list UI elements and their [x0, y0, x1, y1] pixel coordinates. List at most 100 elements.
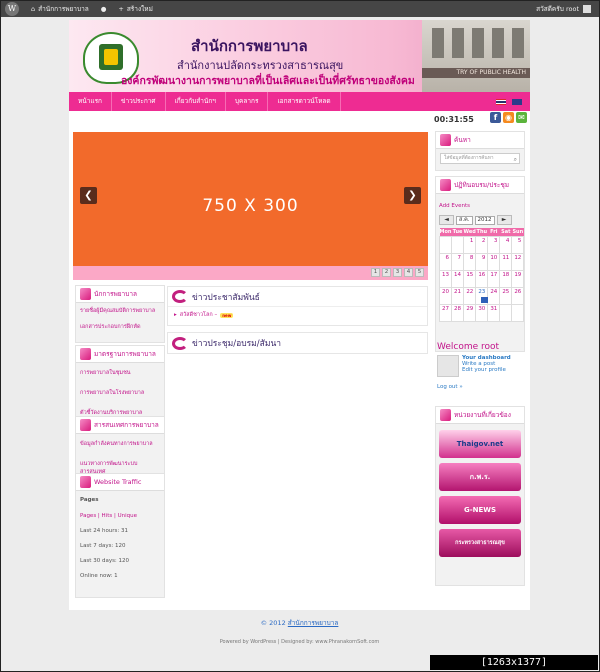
calendar-day[interactable]: 1 — [462, 235, 477, 254]
nurse-icon — [80, 476, 91, 488]
calendar-day[interactable]: 13 — [439, 269, 452, 288]
swirl-icon — [172, 290, 188, 303]
calendar-day[interactable]: 23 — [475, 286, 489, 305]
gnews-banner[interactable]: G-NEWS — [439, 496, 521, 524]
slider-page-button[interactable]: 2 — [382, 268, 391, 277]
calendar-day[interactable]: 25 — [499, 286, 513, 305]
admin-new-link[interactable]: + สร้างใหม่ — [118, 4, 152, 14]
calendar-day[interactable]: 7 — [451, 252, 464, 271]
new-badge: new — [220, 312, 234, 318]
year-select[interactable]: 2012 — [474, 215, 495, 225]
admin-bar: W ⌂ สำนักการพยาบาล ● + สร้างใหม่ สวัสดีค… — [1, 1, 599, 17]
traffic-tabs[interactable]: Pages | Hits | Unique — [76, 510, 164, 522]
mail-icon[interactable]: ✉ — [516, 112, 527, 123]
calendar-day[interactable]: 28 — [451, 303, 464, 322]
section-title: ข่าวประชุม/อบรม/สัมนา — [192, 339, 282, 349]
list-item[interactable]: ข้อมูลกำลังคนทางการพยาบาล — [76, 436, 164, 452]
calendar-day[interactable]: 8 — [462, 252, 477, 271]
moph-banner[interactable]: กระทรวงสาธารณสุข — [439, 529, 521, 557]
edit-profile-link[interactable]: Edit your profile — [462, 367, 511, 373]
calendar-day[interactable]: 5 — [511, 235, 525, 254]
nurse-icon — [80, 348, 91, 360]
nav-item-staff[interactable]: บุคลากร — [226, 92, 269, 111]
calendar-day[interactable]: 16 — [475, 269, 489, 288]
slider-prev-button[interactable]: ❮ — [80, 187, 97, 204]
calendar-day[interactable]: 19 — [511, 269, 525, 288]
logout-link[interactable]: Log out » — [437, 384, 529, 390]
list-item[interactable]: รายชื่อผู้มีคุณสมบัติการพยาบาล — [76, 303, 164, 319]
traffic-stat: Last 30 days: 120 — [80, 558, 130, 564]
wordpress-logo-icon[interactable]: W — [5, 2, 19, 16]
image-watermark: [1263x1377] https://upic.me/ — [430, 655, 598, 670]
slider-page-button[interactable]: 4 — [404, 268, 413, 277]
calendar-day-header: Fri — [487, 228, 500, 236]
link-icon — [440, 409, 451, 421]
page-container: สำนักการพยาบาล สำนักงานปลัดกระทรวงสาธารณ… — [69, 20, 530, 610]
admin-site-link[interactable]: ⌂ สำนักการพยาบาล — [31, 4, 89, 14]
add-events-link[interactable]: Add Events — [439, 203, 521, 209]
nav-item-about[interactable]: เกี่ยวกับสำนักฯ — [166, 92, 226, 111]
calendar-day[interactable]: 12 — [511, 252, 525, 271]
facebook-icon[interactable]: f — [490, 112, 501, 123]
calendar-day[interactable]: 21 — [451, 286, 464, 305]
building-photo: TRY OF PUBLIC HEALTH — [422, 20, 530, 92]
slider-pager: 1 2 3 4 5 — [371, 268, 424, 277]
calendar-day[interactable]: 17 — [487, 269, 501, 288]
calendar-day[interactable]: 6 — [439, 252, 452, 271]
calendar-day[interactable]: 20 — [439, 286, 452, 305]
widget-traffic: Website Traffic Pages Pages | Hits | Uni… — [75, 473, 165, 598]
slider-next-button[interactable]: ❯ — [404, 187, 421, 204]
calendar-day[interactable]: 15 — [462, 269, 477, 288]
calendar-day[interactable]: 29 — [462, 303, 477, 322]
calendar-day[interactable]: 27 — [439, 303, 452, 322]
calendar-day-header: Wed — [463, 228, 476, 236]
list-item[interactable]: เอกสารประกอบการฝึกหัด — [76, 319, 164, 335]
calendar-day[interactable]: 26 — [511, 286, 525, 305]
calendar-day[interactable]: 9 — [475, 252, 489, 271]
slider-caption: 750 X 300 — [202, 196, 299, 216]
calendar-day[interactable]: 22 — [462, 286, 477, 305]
calendar-day[interactable]: 10 — [487, 252, 501, 271]
events-calendar-widget: ปฏิทินอบรม/ประชุม Add Events ◄ ส.ค. 2012… — [435, 176, 525, 352]
meeting-section: ข่าวประชุม/อบรม/สัมนา — [167, 332, 428, 354]
english-flag-icon[interactable] — [512, 98, 522, 105]
site-banner[interactable]: สำนักการพยาบาล สำนักงานปลัดกระทรวงสาธารณ… — [69, 20, 530, 92]
calendar-day[interactable]: 2 — [475, 235, 489, 254]
slider-page-button[interactable]: 3 — [393, 268, 402, 277]
ocsc-banner[interactable]: ก.พ.ร. — [439, 463, 521, 491]
list-item[interactable]: การพยาบาลในโรงพยาบาล — [76, 385, 164, 401]
list-item[interactable]: การพยาบาลในชุมชน — [76, 365, 164, 381]
nav-item-news[interactable]: ข่าวประกาศ — [112, 92, 166, 111]
nav-item-home[interactable]: หน้าแรก — [69, 92, 112, 111]
prev-month-button[interactable]: ◄ — [439, 215, 454, 225]
calendar-day-header: Sun — [511, 228, 524, 236]
news-item[interactable]: ▸ สวัสดีชาวโลก – new — [168, 307, 427, 323]
slider-page-button[interactable]: 1 — [371, 268, 380, 277]
thaigov-banner[interactable]: Thaigov.net — [439, 430, 521, 458]
calendar-day[interactable]: 3 — [487, 235, 501, 254]
magnifier-icon[interactable]: ⌕ — [514, 155, 517, 164]
month-select[interactable]: ส.ค. — [456, 215, 473, 225]
calendar-day-header: Sat — [499, 228, 512, 236]
calendar-day[interactable]: 4 — [499, 235, 513, 254]
related-links-widget: หน่วยงานที่เกี่ยวข้อง Thaigov.net ก.พ.ร.… — [435, 406, 525, 586]
rss-icon[interactable]: ◉ — [503, 112, 514, 123]
calendar-day[interactable]: 14 — [451, 269, 464, 288]
admin-account[interactable]: สวัสดีครับ root — [536, 4, 591, 14]
calendar-day[interactable]: 24 — [487, 286, 501, 305]
nav-item-downloads[interactable]: เอกสารดาวน์โหลด — [268, 92, 341, 111]
next-month-button[interactable]: ► — [496, 215, 512, 225]
calendar-day-header: Thu — [475, 228, 488, 236]
traffic-stat: Last 24 hours: 31 — [80, 528, 129, 534]
footer-site-link[interactable]: สำนักการพยาบาล — [288, 619, 339, 627]
calendar-day[interactable]: 18 — [499, 269, 513, 288]
calendar-day[interactable]: 31 — [487, 303, 501, 322]
admin-comments-link[interactable]: ● — [101, 5, 107, 13]
search-widget: ค้นหา ใส่ข้อมูลที่ต้องการค้นหา ⌕ — [435, 131, 525, 171]
calendar-day[interactable]: 11 — [499, 252, 513, 271]
search-input[interactable]: ใส่ข้อมูลที่ต้องการค้นหา ⌕ — [440, 153, 520, 164]
news-section: ข่าวประชาสัมพันธ์ ▸ สวัสดีชาวโลก – new — [167, 286, 428, 326]
thai-flag-icon[interactable] — [496, 98, 506, 105]
slider-page-button[interactable]: 5 — [415, 268, 424, 277]
calendar-day[interactable]: 30 — [475, 303, 489, 322]
